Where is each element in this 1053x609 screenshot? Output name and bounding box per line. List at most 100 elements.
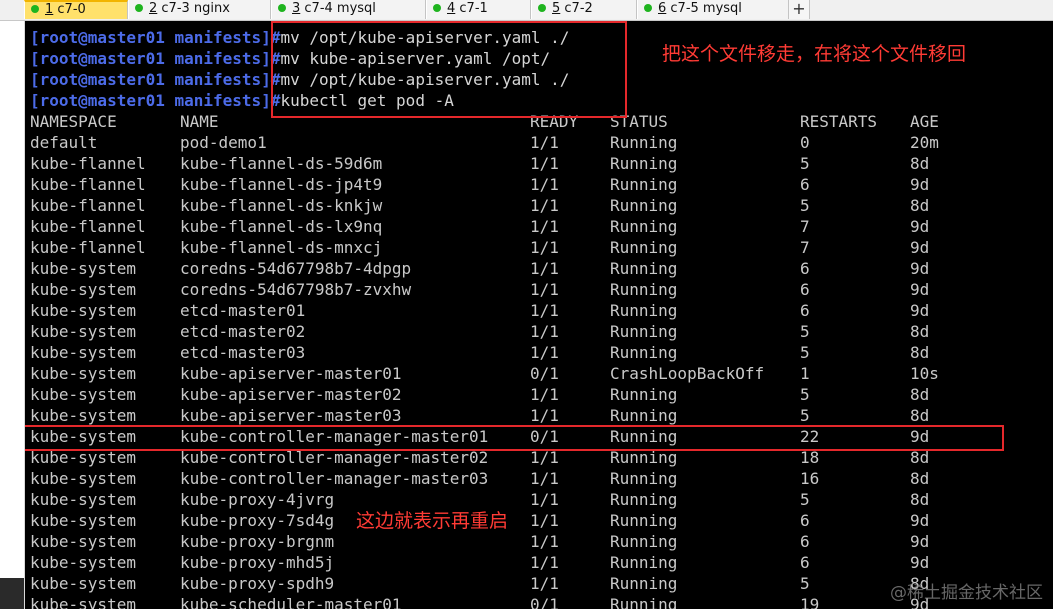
tab-c7-5-mysql[interactable]: 6 c7-5 mysql [637,0,789,19]
cell-age: 8d [910,343,930,362]
table-row: kube-flannel kube-flannel-ds-mnxcj 1/1 Runn… [30,237,1040,258]
cell-namespace: kube-system [30,595,136,609]
cell-restarts: 7 [800,238,810,257]
tab-c7-2[interactable]: 5 c7-2 [531,0,637,19]
cell-ready: 1/1 [530,280,559,299]
cell-name: kube-proxy-brgnm [180,532,335,551]
cell-name: kube-apiserver-master03 [180,406,402,425]
cell-status: Running [610,343,678,362]
highlight-commands-box [271,21,627,118]
cell-name: coredns-54d67798b7-zvxhw [180,280,412,299]
shell-prompt: [root@master01 manifests]# [30,49,281,68]
session-status-icon [135,4,143,12]
table-row: kube-system kube-proxy-4jvrg 1/1 Running 5 8d [30,489,1040,510]
cell-age: 9d [910,175,930,194]
cell-age: 8d [910,385,930,404]
cell-restarts: 6 [800,553,810,572]
cell-ready: 0/1 [530,595,559,609]
cell-restarts: 5 [800,343,810,362]
cell-name: kube-scheduler-master01 [180,595,402,609]
cell-restarts: 0 [800,133,810,152]
tab-c7-3-nginx[interactable]: 2 c7-3 nginx [128,0,271,19]
tab-c7-1[interactable]: 4 c7-1 [426,0,531,19]
table-row: kube-flannel kube-flannel-ds-jp4t9 1/1 Runn… [30,174,1040,195]
cell-age: 20m [910,133,939,152]
cell-ready: 1/1 [530,406,559,425]
table-row: kube-system kube-scheduler-master01 0/1 Run… [30,594,1040,609]
cell-status: Running [610,385,678,404]
cell-name: kube-proxy-mhd5j [180,553,335,572]
cell-ready: 1/1 [530,490,559,509]
cell-age: 9d [910,280,930,299]
cell-namespace: kube-system [30,280,136,299]
cell-namespace: kube-system [30,364,136,383]
cell-age: 9d [910,238,930,257]
cell-age: 9d [910,511,930,530]
cell-status: Running [610,154,678,173]
cell-age: 9d [910,301,930,320]
header-namespace: NAMESPACE [30,112,117,131]
cell-status: Running [610,238,678,257]
cell-status: Running [610,175,678,194]
header-restarts: RESTARTS [800,112,878,131]
cell-namespace: kube-system [30,385,136,404]
cell-ready: 1/1 [530,238,559,257]
cell-ready: 1/1 [530,343,559,362]
cell-namespace: kube-flannel [30,154,146,173]
cell-status: Running [610,196,678,215]
cell-name: kube-apiserver-master01 [180,364,402,383]
cell-ready: 1/1 [530,259,559,278]
table-row: kube-flannel kube-flannel-ds-knkjw 1/1 Runn… [30,195,1040,216]
cell-status: Running [610,532,678,551]
cell-ready: 1/1 [530,322,559,341]
cell-ready: 1/1 [530,532,559,551]
cell-name: etcd-master03 [180,343,306,362]
cell-restarts: 6 [800,532,810,551]
cell-restarts: 7 [800,217,810,236]
cell-status: Running [610,217,678,236]
table-row: kube-system coredns-54d67798b7-4dpgp 1/1 Ru… [30,258,1040,279]
cell-restarts: 6 [800,259,810,278]
cell-status: Running [610,259,678,278]
watermark: @稀土掘金技术社区 [890,583,1043,603]
cell-status: Running [610,595,678,609]
cell-ready: 1/1 [530,574,559,593]
cell-ready: 1/1 [530,469,559,488]
terminal-window[interactable]: [root@master01 manifests]#mv /opt/kube-a… [25,21,1053,609]
header-name: NAME [180,112,219,131]
cell-ready: 1/1 [530,154,559,173]
cell-restarts: 19 [800,595,820,609]
cell-name: kube-controller-manager-master03 [180,469,489,488]
table-row: kube-system etcd-master03 1/1 Running 5 8d [30,342,1040,363]
cell-namespace: kube-system [30,490,136,509]
cell-name: kube-proxy-4jvrg [180,490,335,509]
cell-restarts: 5 [800,574,810,593]
cell-restarts: 5 [800,385,810,404]
add-tab-button[interactable]: + [789,0,810,19]
table-row: default pod-demo1 1/1 Running 0 20m [30,132,1040,153]
cell-restarts: 5 [800,322,810,341]
session-status-icon [644,4,652,12]
table-row: kube-system kube-apiserver-master02 1/1 Run… [30,384,1040,405]
session-status-icon [278,4,286,12]
table-row: kube-system kube-proxy-mhd5j 1/1 Running 6 9d [30,552,1040,573]
cell-status: Running [610,511,678,530]
cell-name: etcd-master01 [180,301,306,320]
cell-restarts: 6 [800,280,810,299]
table-row: kube-system coredns-54d67798b7-zvxhw 1/1 Ru… [30,279,1040,300]
cell-status: Running [610,133,678,152]
cell-namespace: kube-flannel [30,175,146,194]
cell-status: Running [610,322,678,341]
cell-status: CrashLoopBackOff [610,364,765,383]
cell-status: Running [610,406,678,425]
cell-namespace: kube-system [30,406,136,425]
cell-ready: 1/1 [530,217,559,236]
cell-name: kube-apiserver-master02 [180,385,402,404]
tab-c7-4-mysql[interactable]: 3 c7-4 mysql [271,0,426,19]
cell-age: 8d [910,322,930,341]
cell-namespace: kube-flannel [30,217,146,236]
cell-age: 8d [910,469,930,488]
cell-status: Running [610,301,678,320]
cell-status: Running [610,574,678,593]
tab-c7-0[interactable]: 1 c7-0 [24,0,128,19]
